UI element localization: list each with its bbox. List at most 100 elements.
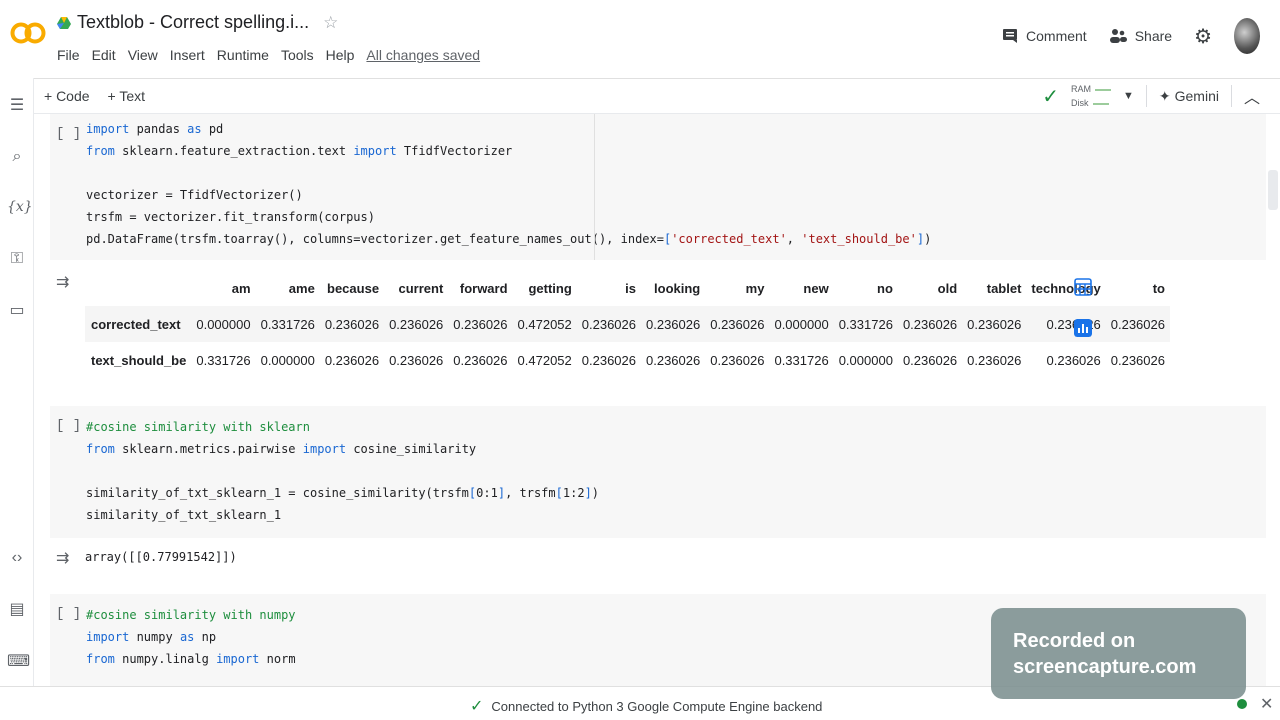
table-cell: 0.236026 [1110, 352, 1165, 368]
gemini-button[interactable]: ✦ Gemini [1159, 88, 1219, 105]
table-of-contents-icon[interactable]: ☰ [7, 95, 27, 115]
table-cell: 0.236026 [1046, 316, 1101, 332]
table-cell: 0.236026 [1046, 352, 1101, 368]
code-cell[interactable]: [ ] import pandas as pd from sklearn.fea… [50, 114, 1266, 260]
table-cell: 0.331726 [196, 352, 251, 368]
table-cell: 0.000000 [838, 352, 893, 368]
share-button[interactable]: Share [1109, 28, 1172, 44]
sparkle-icon: ✦ [1158, 87, 1171, 104]
table-cell: 0.236026 [581, 316, 636, 332]
colab-logo[interactable] [10, 18, 46, 48]
folder-icon[interactable]: ▭ [7, 300, 27, 320]
table-cell: 0.236026 [967, 352, 1022, 368]
command-palette-icon[interactable]: ▤ [7, 599, 27, 619]
search-icon[interactable]: ⌕ [7, 148, 27, 168]
column-header: my [745, 280, 765, 296]
column-header: because [327, 280, 380, 296]
table-cell: 0.236026 [324, 316, 380, 332]
table-row: text_should_be 0.331726 0.000000 0.23602… [85, 342, 1170, 378]
menu-file[interactable]: File [57, 47, 80, 63]
add-code-button[interactable]: + Code [44, 88, 90, 104]
table-cell: 0.236026 [710, 316, 765, 332]
ram-bar [1095, 88, 1111, 91]
comment-icon [1003, 29, 1018, 43]
close-icon[interactable]: ✕ [1260, 694, 1273, 714]
settings-button[interactable]: ⚙ [1194, 24, 1212, 49]
scrollbar-thumb[interactable] [1268, 170, 1278, 210]
output-toggle-icon[interactable]: ⇉ [56, 548, 69, 568]
connected-check-icon[interactable]: ✓ [1042, 84, 1059, 109]
table-cell: 0.331726 [260, 316, 315, 332]
menu-insert[interactable]: Insert [170, 47, 205, 63]
index-header [85, 270, 191, 306]
table-cell: 0.236026 [646, 352, 701, 368]
column-header: am [231, 280, 251, 296]
menu-help[interactable]: Help [326, 47, 355, 63]
watermark-line2: screencapture.com [1013, 656, 1197, 678]
column-header: current [398, 280, 444, 296]
table-cell: 0.236026 [389, 352, 444, 368]
row-index: corrected_text [91, 316, 181, 332]
menu-tools[interactable]: Tools [281, 47, 314, 63]
column-header: technology [1031, 280, 1101, 296]
code-editor[interactable]: #cosine similarity with sklearn from skl… [86, 416, 599, 526]
table-cell: 0.000000 [196, 316, 251, 332]
table-cell: 0.236026 [646, 316, 701, 332]
column-header: no [877, 280, 893, 296]
connected-check-icon: ✓ [470, 698, 484, 715]
chevron-up-icon[interactable]: ︿ [1244, 84, 1260, 108]
code-editor[interactable]: #cosine similarity with numpy import num… [86, 604, 296, 670]
row-index: text_should_be [91, 352, 187, 368]
menu-view[interactable]: View [128, 47, 158, 63]
resource-meter[interactable]: RAM Disk [1071, 82, 1111, 110]
save-status[interactable]: All changes saved [366, 47, 480, 63]
status-text: Connected to Python 3 Google Compute Eng… [491, 698, 823, 714]
disk-label: Disk [1071, 98, 1089, 108]
share-label: Share [1134, 28, 1173, 44]
watermark-line1: Recorded on [1013, 630, 1136, 652]
column-header: new [803, 280, 829, 296]
chevron-down-icon[interactable]: ▼ [1123, 90, 1134, 102]
notebook-title[interactable]: Textblob - Correct spelling.i... [77, 12, 309, 33]
key-icon[interactable]: ⚿ [7, 250, 27, 270]
table-cell: 0.236026 [453, 316, 508, 332]
interactive-table-icon[interactable] [1074, 278, 1092, 296]
gemini-label: Gemini [1174, 88, 1219, 104]
table-cell: 0.236026 [453, 352, 508, 368]
table-cell: 0.000000 [774, 316, 829, 332]
column-header: tablet [986, 280, 1022, 296]
table-cell: 0.331726 [838, 316, 893, 332]
output-toggle-icon[interactable]: ⇉ [56, 272, 69, 292]
column-header: is [625, 280, 636, 296]
column-header: looking [654, 280, 701, 296]
code-editor[interactable]: import pandas as pd from sklearn.feature… [86, 118, 931, 250]
comment-button[interactable]: Comment [1002, 28, 1087, 44]
table-cell: 0.000000 [260, 352, 315, 368]
code-snippets-icon[interactable]: ‹› [7, 549, 27, 569]
add-text-button[interactable]: + Text [108, 88, 146, 104]
menu-edit[interactable]: Edit [92, 47, 116, 63]
disk-bar [1092, 102, 1109, 105]
dataframe-output: am ame because current forward getting i… [85, 270, 1170, 378]
star-icon[interactable]: ☆ [323, 13, 338, 33]
chart-suggestion-icon[interactable] [1074, 319, 1092, 337]
avatar[interactable] [1234, 18, 1260, 54]
column-header: to [1152, 280, 1165, 296]
comment-label: Comment [1026, 28, 1087, 44]
menu-runtime[interactable]: Runtime [217, 47, 269, 63]
table-cell: 0.331726 [774, 352, 829, 368]
table-cell: 0.236026 [967, 316, 1022, 332]
table-cell: 0.236026 [389, 316, 444, 332]
table-cell: 0.236026 [902, 316, 958, 332]
divider [1145, 85, 1147, 107]
run-indicator[interactable]: [ ] [56, 606, 81, 622]
left-rail: ☰ ⌕ {x} ⚿ ▭ ‹› ▤ ⌨ [0, 78, 34, 686]
notebook-toolbar: + Code + Text ✓ RAM Disk ▼ ✦ Gemini ︿ [34, 78, 1280, 114]
code-cell[interactable]: [ ] #cosine similarity with sklearn from… [50, 406, 1266, 538]
run-indicator[interactable]: [ ] [56, 126, 81, 142]
variables-icon[interactable]: {x} [7, 199, 33, 219]
divider [1230, 85, 1232, 107]
terminal-icon[interactable]: ⌨ [7, 651, 30, 671]
run-indicator[interactable]: [ ] [56, 418, 81, 434]
connection-status-dot [1237, 699, 1247, 709]
